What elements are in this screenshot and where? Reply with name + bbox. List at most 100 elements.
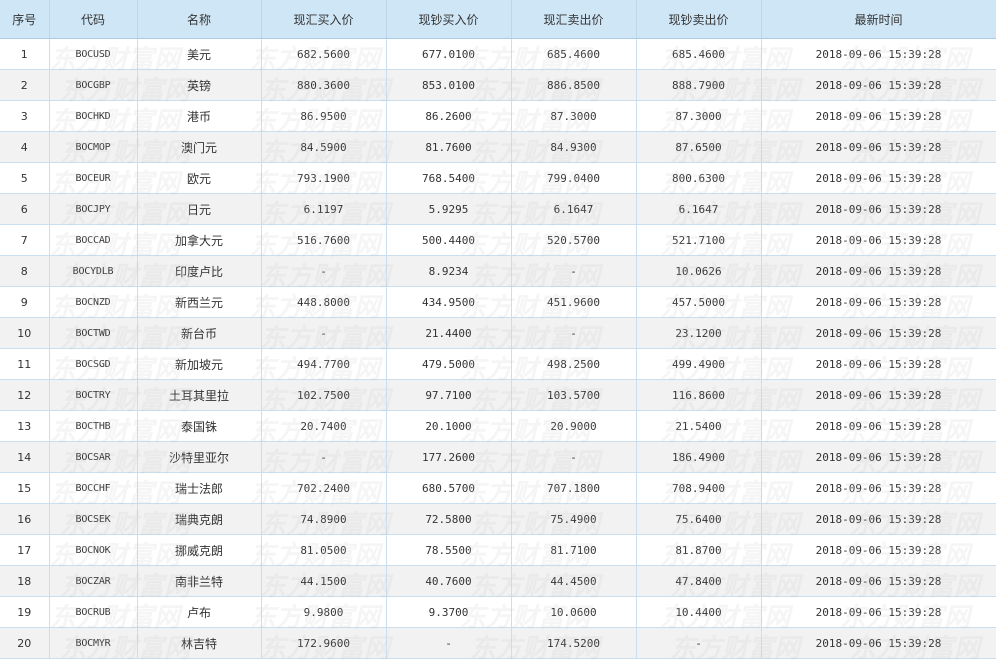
cell-currency-name: 泰国铢: [137, 410, 262, 442]
cell-cash-buy: 86.2600: [386, 100, 512, 132]
table-row[interactable]: 14 BOCSAR 沙特里亚尔 -177.2600-186.4900 2018-09-0…: [0, 441, 996, 473]
cell-code: BOCTWD: [49, 317, 138, 349]
cell-latest-time: 2018-09-06 15:39:28: [761, 379, 996, 411]
cell-cash-buy: 479.5000: [386, 348, 512, 380]
cell-currency-name: 挪威克朗: [137, 534, 262, 566]
cell-latest-time: 2018-09-06 15:39:28: [761, 286, 996, 318]
cell-spot-buy: 702.2400: [261, 472, 387, 504]
cell-cash-buy: -: [386, 627, 512, 659]
table-row[interactable]: 13 BOCTHB 泰国铢 20.7400 20.1000 20.9000 21.5400 2…: [0, 410, 996, 442]
table-row[interactable]: 7 BOCCAD 加拿大元 516.7600 500.4400 520.5700 521.7…: [0, 224, 996, 256]
column-header-code[interactable]: 代码: [49, 0, 138, 39]
table-row[interactable]: 4 BOCMOP 澳门元 84.5900 81.7600 84.9300 87.6500 20…: [0, 131, 996, 163]
table-row[interactable]: 3 BOCHKD 港币 86.9500 86.2600 87.3000 87.3000 201…: [0, 100, 996, 132]
cell-cash-buy: 177.2600: [386, 441, 512, 473]
cell-spot-sell: 799.0400: [511, 162, 637, 194]
cell-cash-sell: 685.4600: [636, 38, 762, 70]
cell-code: BOCMOP: [49, 131, 138, 163]
cell-cash-buy: 768.5400: [386, 162, 512, 194]
cell-code: BOCMYR: [49, 627, 138, 659]
table-row[interactable]: 10 BOCTWD 新台币 -21.4400-23.1200 2018-09-06 15…: [0, 317, 996, 349]
cell-latest-time: 2018-09-06 15:39:28: [761, 317, 996, 349]
table-row[interactable]: 16 BOCSEK 瑞典克朗 74.8900 72.5800 75.4900 75.6400…: [0, 503, 996, 535]
header-row: 序号 代码 名称 现汇买入价 现钞买入价 现汇卖出价 现钞卖出价 最新时间: [0, 0, 996, 39]
cell-currency-name: 美元: [137, 38, 262, 70]
cell-index: 2: [0, 69, 50, 101]
cell-spot-buy: 81.0500: [261, 534, 387, 566]
cell-latest-time: 2018-09-06 15:39:28: [761, 224, 996, 256]
column-header-cash-sell[interactable]: 现钞卖出价: [636, 0, 762, 39]
table-row[interactable]: 1 BOCUSD 美元 682.5600 677.0100 685.4600 685.460…: [0, 38, 996, 70]
cell-spot-buy: 9.9800: [261, 596, 387, 628]
cell-spot-sell: 6.1647: [511, 193, 637, 225]
rate-table-container: 序号 代码 名称 现汇买入价 现钞买入价 现汇卖出价 现钞卖出价 最新时间 1B…: [0, 0, 996, 660]
cell-index: 6: [0, 193, 50, 225]
cell-spot-buy: 172.9600: [261, 627, 387, 659]
cell-cash-sell: -: [636, 627, 762, 659]
cell-code: BOCEUR: [49, 162, 138, 194]
column-header-name[interactable]: 名称: [137, 0, 262, 39]
column-header-index[interactable]: 序号: [0, 0, 50, 39]
table-row[interactable]: 12 BOCTRY 土耳其里拉 102.7500 97.7100 103.5700 116.…: [0, 379, 996, 411]
cell-spot-buy: 84.5900: [261, 131, 387, 163]
cell-cash-sell: 10.4400: [636, 596, 762, 628]
table-row[interactable]: 20 BOCMYR 林吉特 172.9600-174.5200-2018-09-06 …: [0, 627, 996, 659]
cell-cash-buy: 97.7100: [386, 379, 512, 411]
cell-currency-name: 新加坡元: [137, 348, 262, 380]
cell-cash-buy: 853.0100: [386, 69, 512, 101]
column-header-latest-time[interactable]: 最新时间: [761, 0, 996, 39]
table-row[interactable]: 18 BOCZAR 南非兰特 44.1500 40.7600 44.4500 47.8400…: [0, 565, 996, 597]
column-header-cash-buy[interactable]: 现钞买入价: [386, 0, 512, 39]
cell-cash-buy: 434.9500: [386, 286, 512, 318]
cell-cash-sell: 499.4900: [636, 348, 762, 380]
cell-index: 13: [0, 410, 50, 442]
cell-spot-buy: 74.8900: [261, 503, 387, 535]
cell-cash-buy: 9.3700: [386, 596, 512, 628]
cell-code: BOCSGD: [49, 348, 138, 380]
column-header-spot-buy[interactable]: 现汇买入价: [261, 0, 387, 39]
cell-index: 3: [0, 100, 50, 132]
cell-index: 4: [0, 131, 50, 163]
cell-spot-sell: 174.5200: [511, 627, 637, 659]
table-row[interactable]: 11 BOCSGD 新加坡元 494.7700 479.5000 498.2500 499.…: [0, 348, 996, 380]
cell-cash-sell: 87.6500: [636, 131, 762, 163]
cell-cash-sell: 21.5400: [636, 410, 762, 442]
cell-spot-buy: -: [261, 317, 387, 349]
table-row[interactable]: 6 BOCJPY 日元 6.1197 5.9295 6.1647 6.1647 2018-09…: [0, 193, 996, 225]
cell-latest-time: 2018-09-06 15:39:28: [761, 565, 996, 597]
cell-index: 5: [0, 162, 50, 194]
table-row[interactable]: 17 BOCNOK 挪威克朗 81.0500 78.5500 81.7100 81.8700…: [0, 534, 996, 566]
cell-cash-buy: 677.0100: [386, 38, 512, 70]
cell-latest-time: 2018-09-06 15:39:28: [761, 162, 996, 194]
cell-spot-buy: -: [261, 441, 387, 473]
table-row[interactable]: 5 BOCEUR 欧元 793.1900 768.5400 799.0400 800.630…: [0, 162, 996, 194]
cell-spot-buy: 86.9500: [261, 100, 387, 132]
cell-cash-buy: 81.7600: [386, 131, 512, 163]
cell-code: BOCNOK: [49, 534, 138, 566]
cell-cash-buy: 500.4400: [386, 224, 512, 256]
cell-latest-time: 2018-09-06 15:39:28: [761, 131, 996, 163]
cell-currency-name: 港币: [137, 100, 262, 132]
cell-code: BOCHKD: [49, 100, 138, 132]
cell-index: 8: [0, 255, 50, 287]
column-header-spot-sell[interactable]: 现汇卖出价: [511, 0, 637, 39]
table-row[interactable]: 15 BOCCHF 瑞士法郎 702.2400 680.5700 707.1800 708.…: [0, 472, 996, 504]
cell-spot-sell: 84.9300: [511, 131, 637, 163]
table-row[interactable]: 2 BOCGBP 英镑 880.3600 853.0100 886.8500 888.790…: [0, 69, 996, 101]
cell-cash-buy: 680.5700: [386, 472, 512, 504]
table-row[interactable]: 19 BOCRUB 卢布 9.9800 9.3700 10.0600 10.4400 2018…: [0, 596, 996, 628]
cell-spot-sell: -: [511, 255, 637, 287]
cell-cash-sell: 81.8700: [636, 534, 762, 566]
cell-spot-sell: 520.5700: [511, 224, 637, 256]
cell-spot-sell: 451.9600: [511, 286, 637, 318]
cell-currency-name: 新台币: [137, 317, 262, 349]
cell-cash-sell: 457.5000: [636, 286, 762, 318]
cell-code: BOCSAR: [49, 441, 138, 473]
cell-currency-name: 欧元: [137, 162, 262, 194]
cell-latest-time: 2018-09-06 15:39:28: [761, 410, 996, 442]
table-row[interactable]: 9 BOCNZD 新西兰元 448.8000 434.9500 451.9600 457.5…: [0, 286, 996, 318]
table-row[interactable]: 8 BOCYDLB 印度卢比 -8.9234-10.0626 2018-09-06 15…: [0, 255, 996, 287]
cell-currency-name: 英镑: [137, 69, 262, 101]
cell-currency-name: 卢布: [137, 596, 262, 628]
cell-latest-time: 2018-09-06 15:39:28: [761, 255, 996, 287]
